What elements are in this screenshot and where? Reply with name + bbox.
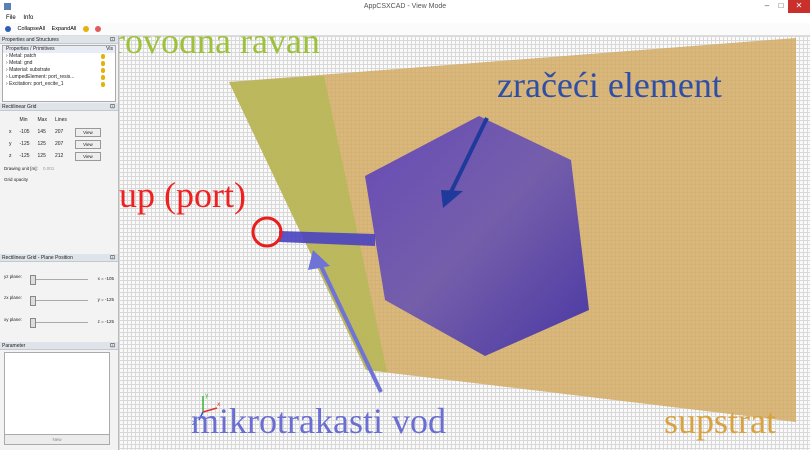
- grid-row-z: z -125 125 212 View: [6, 151, 104, 161]
- bulb-off-icon[interactable]: [95, 25, 102, 32]
- minimize-button[interactable]: –: [760, 0, 774, 13]
- expand-all-button[interactable]: ExpandAll: [52, 26, 77, 32]
- label-patch: zračeći element: [497, 65, 722, 105]
- view-y-button[interactable]: View: [74, 139, 101, 149]
- bulb-icon[interactable]: [101, 54, 105, 59]
- pin-icon[interactable]: ⊡: [110, 103, 115, 111]
- parameter-panel-title: Parameter: [2, 343, 26, 349]
- view-x-button[interactable]: View: [74, 127, 101, 137]
- new-parameter-button[interactable]: New: [4, 434, 110, 445]
- tree-header: Properties / Primitives Vis: [3, 46, 115, 53]
- pin-icon[interactable]: ⊡: [110, 36, 115, 44]
- bulb-icon[interactable]: [101, 68, 105, 73]
- menu-file[interactable]: File: [6, 15, 16, 21]
- grid-table: Min Max Lines x -105 145 207 View y -125…: [4, 113, 106, 163]
- slider-handle[interactable]: [30, 296, 36, 306]
- tree-item[interactable]: › Excitation: port_excite_1: [3, 81, 115, 88]
- grid-row-x: x -105 145 207 View: [6, 127, 104, 137]
- menu-bar: File Info: [0, 13, 810, 23]
- parameter-list[interactable]: [4, 352, 110, 436]
- bulb-icon[interactable]: [101, 61, 105, 66]
- title-bar: AppCSXCAD - View Mode – □ ✕: [0, 0, 810, 13]
- help-icon[interactable]: [5, 25, 11, 32]
- pin-icon[interactable]: ⊡: [110, 342, 115, 350]
- view-z-button[interactable]: View: [74, 151, 101, 161]
- plane-panel-header: Rectilinear Grid - Plane Position ⊡: [0, 254, 118, 262]
- tree-item[interactable]: › Material: substrate: [3, 67, 115, 74]
- drawing-unit: Drawing unit [m]: 0.001: [4, 166, 55, 171]
- grid-panel-title: Rectilinear Grid: [2, 104, 37, 110]
- xy-plane-slider[interactable]: xy plane: z = -125: [4, 317, 114, 328]
- structures-panel-header: Properties and Structures ⊡: [0, 36, 118, 44]
- tree-item[interactable]: › Metal: patch: [3, 53, 115, 60]
- grid-panel-header: Rectilinear Grid ⊡: [0, 103, 118, 111]
- tree-item[interactable]: › Metal: gnd: [3, 60, 115, 67]
- structures-panel-title: Properties and Structures: [2, 37, 59, 43]
- yz-plane-slider[interactable]: yz plane: x = -105: [4, 274, 114, 285]
- parameter-panel-header: Parameter ⊡: [0, 342, 118, 350]
- tree-vis-column: Vis: [106, 46, 113, 52]
- plane-panel-title: Rectilinear Grid - Plane Position: [2, 255, 73, 261]
- bulb-icon[interactable]: [101, 82, 105, 87]
- grid-opacity-label: Grid opacity: [4, 177, 29, 182]
- svg-text:y: y: [205, 392, 209, 399]
- slider-handle[interactable]: [30, 275, 36, 285]
- collapse-all-button[interactable]: CollapseAll: [18, 26, 46, 32]
- tree-header-label: Properties / Primitives: [6, 46, 55, 52]
- pin-icon[interactable]: ⊡: [110, 254, 115, 262]
- label-port: pristup (port): [119, 175, 246, 215]
- app-icon: [4, 3, 11, 10]
- bulb-icon[interactable]: [82, 25, 89, 32]
- window-title: AppCSXCAD - View Mode: [363, 3, 447, 10]
- bulb-icon[interactable]: [101, 75, 105, 80]
- port-circle: [251, 216, 283, 248]
- label-feed-line: mikrotrakasti vod: [191, 401, 446, 441]
- label-substrate: supstrat: [664, 401, 776, 441]
- structures-tree[interactable]: Properties / Primitives Vis › Metal: pat…: [2, 45, 116, 102]
- toolbar: CollapseAll ExpandAll: [0, 23, 810, 36]
- 3d-viewport[interactable]: y x z provodna ravan zračeći element pri…: [119, 36, 810, 450]
- sidebar: Properties and Structures ⊡ Properties /…: [0, 36, 119, 450]
- maximize-button[interactable]: □: [774, 0, 788, 13]
- close-button[interactable]: ✕: [788, 0, 810, 13]
- grid-row-y: y -125 125 207 View: [6, 139, 104, 149]
- label-ground-plane: provodna ravan: [119, 36, 320, 61]
- menu-info[interactable]: Info: [23, 15, 33, 21]
- zx-plane-slider[interactable]: zx plane: y = -125: [4, 295, 114, 306]
- slider-handle[interactable]: [30, 318, 36, 328]
- tree-item[interactable]: › LumpedElement: port_resis...: [3, 74, 115, 81]
